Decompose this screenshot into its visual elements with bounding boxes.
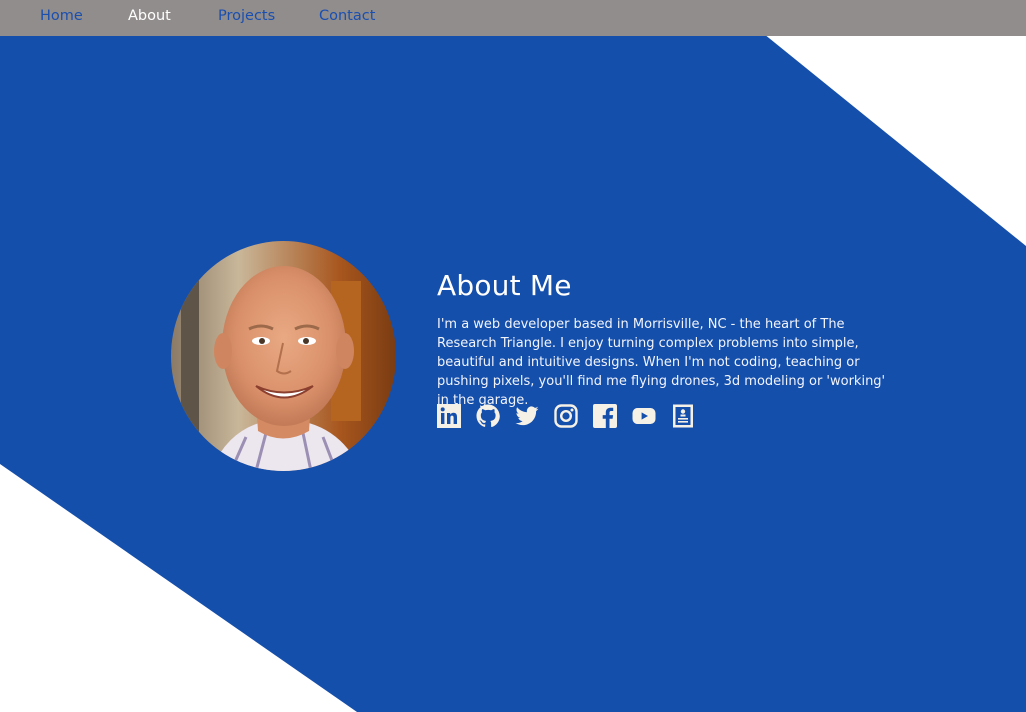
about-title: About Me	[437, 269, 572, 302]
nav-projects-link[interactable]: Projects	[218, 8, 275, 24]
about-section: About Me I'm a web developer based in Mo…	[437, 266, 897, 410]
youtube-icon[interactable]	[632, 404, 656, 428]
profile-portrait-image	[171, 241, 396, 471]
profile-photo	[171, 241, 396, 471]
twitter-icon[interactable]	[515, 404, 539, 428]
instagram-icon[interactable]	[554, 404, 578, 428]
github-icon[interactable]	[476, 404, 500, 428]
facebook-icon[interactable]	[593, 404, 617, 428]
nav-contact-link[interactable]: Contact	[319, 8, 375, 24]
resume-icon[interactable]	[671, 404, 695, 428]
nav-about-link[interactable]: About	[128, 8, 171, 24]
navbar: Home About Projects Contact	[0, 0, 1026, 36]
social-links	[437, 404, 695, 430]
linkedin-icon[interactable]	[437, 404, 461, 428]
about-description: I'm a web developer based in Morrisville…	[437, 317, 886, 408]
nav-home-link[interactable]: Home	[40, 8, 83, 24]
